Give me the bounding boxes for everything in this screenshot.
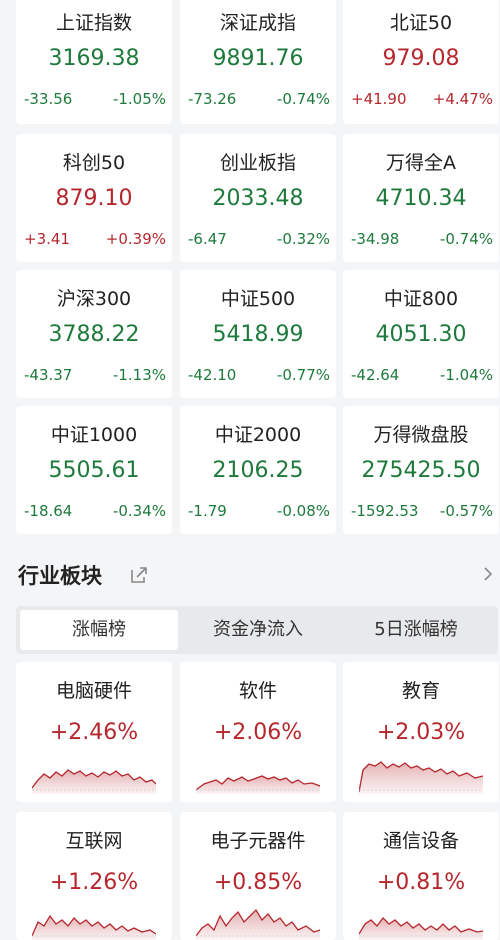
sector-change-pct: +0.81%: [376, 870, 466, 895]
index-value: 2106.25: [212, 458, 304, 483]
tab-net-inflow[interactable]: 资金净流入: [178, 610, 338, 650]
sector-name: 通信设备: [382, 830, 459, 852]
index-value: 879.10: [55, 186, 133, 211]
index-value: 2033.48: [212, 186, 304, 211]
index-change: -33.56: [24, 90, 73, 108]
index-card[interactable]: 深证成指 9891.76 -73.26 -0.74%: [180, 0, 336, 124]
index-change-pct: -0.57%: [439, 502, 493, 520]
sparkline-area: [359, 918, 483, 940]
index-name: 中证2000: [214, 424, 302, 446]
sector-sparkline: [359, 917, 483, 940]
index-card[interactable]: 中证800 4051.30 -42.64 -1.04%: [343, 270, 499, 398]
sparkline-area: [196, 776, 320, 794]
index-change-pct: +4.47%: [432, 90, 493, 108]
index-card[interactable]: 创业板指 2033.48 -6.47 -0.32%: [180, 134, 336, 262]
index-change-pct: -1.04%: [439, 366, 493, 384]
market-overview-page: 上证指数 3169.38 -33.56 -1.05% 深证成指 9891.76 -73.26…: [0, 0, 500, 940]
index-card[interactable]: 北证50 979.08 +41.90 +4.47%: [343, 0, 499, 124]
index-change: -42.64: [351, 366, 400, 384]
index-name: 万得微盘股: [373, 424, 469, 446]
sector-sparkline: [32, 769, 156, 794]
sector-change-pct: +2.03%: [376, 720, 466, 745]
sector-change-pct: +0.85%: [213, 870, 303, 895]
index-name: 中证500: [220, 288, 296, 310]
index-value: 5418.99: [212, 322, 304, 347]
index-name: 深证成指: [219, 12, 296, 34]
index-value: 4710.34: [375, 186, 467, 211]
index-change: -42.10: [188, 366, 237, 384]
sector-name: 教育: [401, 680, 440, 702]
sector-tabs: 涨幅榜 资金净流入 5日涨幅榜: [16, 606, 498, 654]
index-value: 275425.50: [361, 458, 481, 483]
section-title: 行业板块: [18, 564, 102, 588]
index-change-pct: -0.74%: [276, 90, 330, 108]
index-card[interactable]: 中证1000 5505.61 -18.64 -0.34%: [16, 406, 172, 534]
tab-gain-rank[interactable]: 涨幅榜: [20, 610, 178, 650]
index-name: 科创50: [62, 152, 126, 174]
index-name: 中证800: [383, 288, 459, 310]
index-card[interactable]: 中证2000 2106.25 -1.79 -0.08%: [180, 406, 336, 534]
index-change: -1.79: [188, 502, 227, 520]
tab-5day-gain[interactable]: 5日涨幅榜: [338, 610, 494, 650]
sparkline-area: [32, 916, 156, 940]
sector-change-pct: +1.26%: [49, 870, 139, 895]
index-value: 9891.76: [212, 46, 304, 71]
index-value: 3788.22: [48, 322, 140, 347]
sector-change-pct: +2.06%: [213, 720, 303, 745]
sector-card[interactable]: 电脑硬件 +2.46%: [16, 662, 172, 802]
sector-change-pct: +2.46%: [49, 720, 139, 745]
sector-sparkline: [32, 914, 156, 940]
index-change-pct: -0.08%: [276, 502, 330, 520]
sparkline-area: [359, 762, 483, 794]
sector-card[interactable]: 通信设备 +0.81%: [343, 812, 499, 940]
index-change-pct: -1.13%: [112, 366, 166, 384]
index-card[interactable]: 万得微盘股 275425.50 -1592.53 -0.57%: [343, 406, 499, 534]
sector-sparkline: [359, 761, 483, 794]
index-change: -1592.53: [351, 502, 419, 520]
index-change-pct: -0.74%: [439, 230, 493, 248]
index-change-pct: -0.77%: [276, 366, 330, 384]
index-change: -18.64: [24, 502, 73, 520]
index-name: 中证1000: [50, 424, 138, 446]
index-value: 3169.38: [48, 46, 140, 71]
index-change-pct: -0.34%: [112, 502, 166, 520]
index-name: 创业板指: [219, 152, 296, 174]
index-card[interactable]: 万得全A 4710.34 -34.98 -0.74%: [343, 134, 499, 262]
share-icon[interactable]: [128, 564, 150, 586]
index-value: 4051.30: [375, 322, 467, 347]
index-change-pct: -0.32%: [276, 230, 330, 248]
index-change: +41.90: [351, 90, 407, 108]
index-value: 979.08: [382, 46, 460, 71]
index-name: 北证50: [389, 12, 453, 34]
index-change-pct: +0.39%: [105, 230, 166, 248]
sector-sparkline: [196, 908, 320, 940]
index-change: -73.26: [188, 90, 237, 108]
index-change: -6.47: [188, 230, 227, 248]
index-change: +3.41: [24, 230, 70, 248]
index-value: 5505.61: [48, 458, 140, 483]
index-name: 万得全A: [386, 152, 456, 174]
sector-section-header: 行业板块: [0, 556, 500, 596]
sector-sparkline: [196, 775, 320, 794]
sector-card[interactable]: 电子元器件 +0.85%: [180, 812, 336, 940]
index-card[interactable]: 科创50 879.10 +3.41 +0.39%: [16, 134, 172, 262]
sector-name: 互联网: [65, 830, 123, 852]
index-card[interactable]: 上证指数 3169.38 -33.56 -1.05%: [16, 0, 172, 124]
chevron-right-icon[interactable]: [480, 564, 496, 584]
index-change: -43.37: [24, 366, 73, 384]
sector-card[interactable]: 教育 +2.03%: [343, 662, 499, 802]
index-name: 沪深300: [56, 288, 132, 310]
sector-name: 电子元器件: [210, 830, 306, 852]
sector-card[interactable]: 互联网 +1.26%: [16, 812, 172, 940]
sector-card[interactable]: 软件 +2.06%: [180, 662, 336, 802]
sector-name: 电脑硬件: [55, 680, 132, 702]
index-card[interactable]: 中证500 5418.99 -42.10 -0.77%: [180, 270, 336, 398]
index-change: -34.98: [351, 230, 400, 248]
index-change-pct: -1.05%: [112, 90, 166, 108]
index-card[interactable]: 沪深300 3788.22 -43.37 -1.13%: [16, 270, 172, 398]
sector-name: 软件: [238, 680, 277, 702]
index-name: 上证指数: [55, 12, 132, 34]
